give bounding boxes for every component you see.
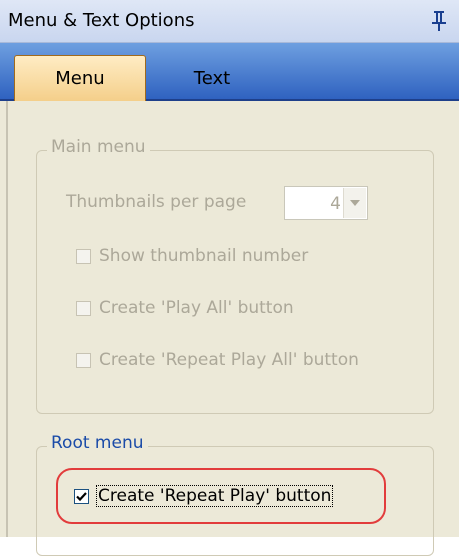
- root-menu-legend: Root menu: [47, 433, 148, 453]
- create-play-all-option[interactable]: Create 'Play All' button: [76, 298, 294, 318]
- panel-titlebar: Menu & Text Options: [0, 0, 459, 43]
- create-repeat-play-option[interactable]: Create 'Repeat Play' button: [74, 485, 334, 507]
- create-play-all-checkbox[interactable]: [76, 300, 91, 316]
- panel-left-border: [6, 101, 8, 537]
- checkmark-icon: [76, 491, 87, 501]
- tab-menu[interactable]: Menu: [14, 55, 146, 101]
- show-thumbnail-number-option[interactable]: Show thumbnail number: [76, 246, 308, 266]
- thumbnails-per-page-value: 4: [330, 194, 341, 214]
- thumbnails-per-page-row: Thumbnails per page: [66, 192, 246, 212]
- create-repeat-play-checkbox[interactable]: [74, 488, 89, 504]
- show-thumbnail-number-checkbox[interactable]: [76, 248, 91, 264]
- main-menu-legend: Main menu: [47, 137, 150, 157]
- menu-text-options-panel: Menu & Text Options Menu Text Main menu …: [0, 0, 459, 556]
- chevron-down-icon[interactable]: [343, 188, 366, 218]
- main-menu-group: Main menu: [36, 137, 434, 414]
- tab-strip: Menu Text: [0, 43, 459, 101]
- thumbnails-per-page-label: Thumbnails per page: [66, 192, 247, 212]
- panel-title: Menu & Text Options: [8, 10, 195, 31]
- show-thumbnail-number-label: Show thumbnail number: [99, 246, 309, 266]
- create-play-all-label: Create 'Play All' button: [99, 298, 294, 318]
- create-repeat-play-all-checkbox[interactable]: [76, 352, 91, 368]
- create-repeat-play-label: Create 'Repeat Play' button: [95, 485, 334, 507]
- thumbnails-per-page-select[interactable]: 4: [284, 186, 368, 220]
- tab-text[interactable]: Text: [146, 55, 278, 101]
- pin-icon[interactable]: [429, 9, 449, 33]
- create-repeat-play-all-label: Create 'Repeat Play All' button: [99, 350, 359, 370]
- create-repeat-play-all-option[interactable]: Create 'Repeat Play All' button: [76, 350, 359, 370]
